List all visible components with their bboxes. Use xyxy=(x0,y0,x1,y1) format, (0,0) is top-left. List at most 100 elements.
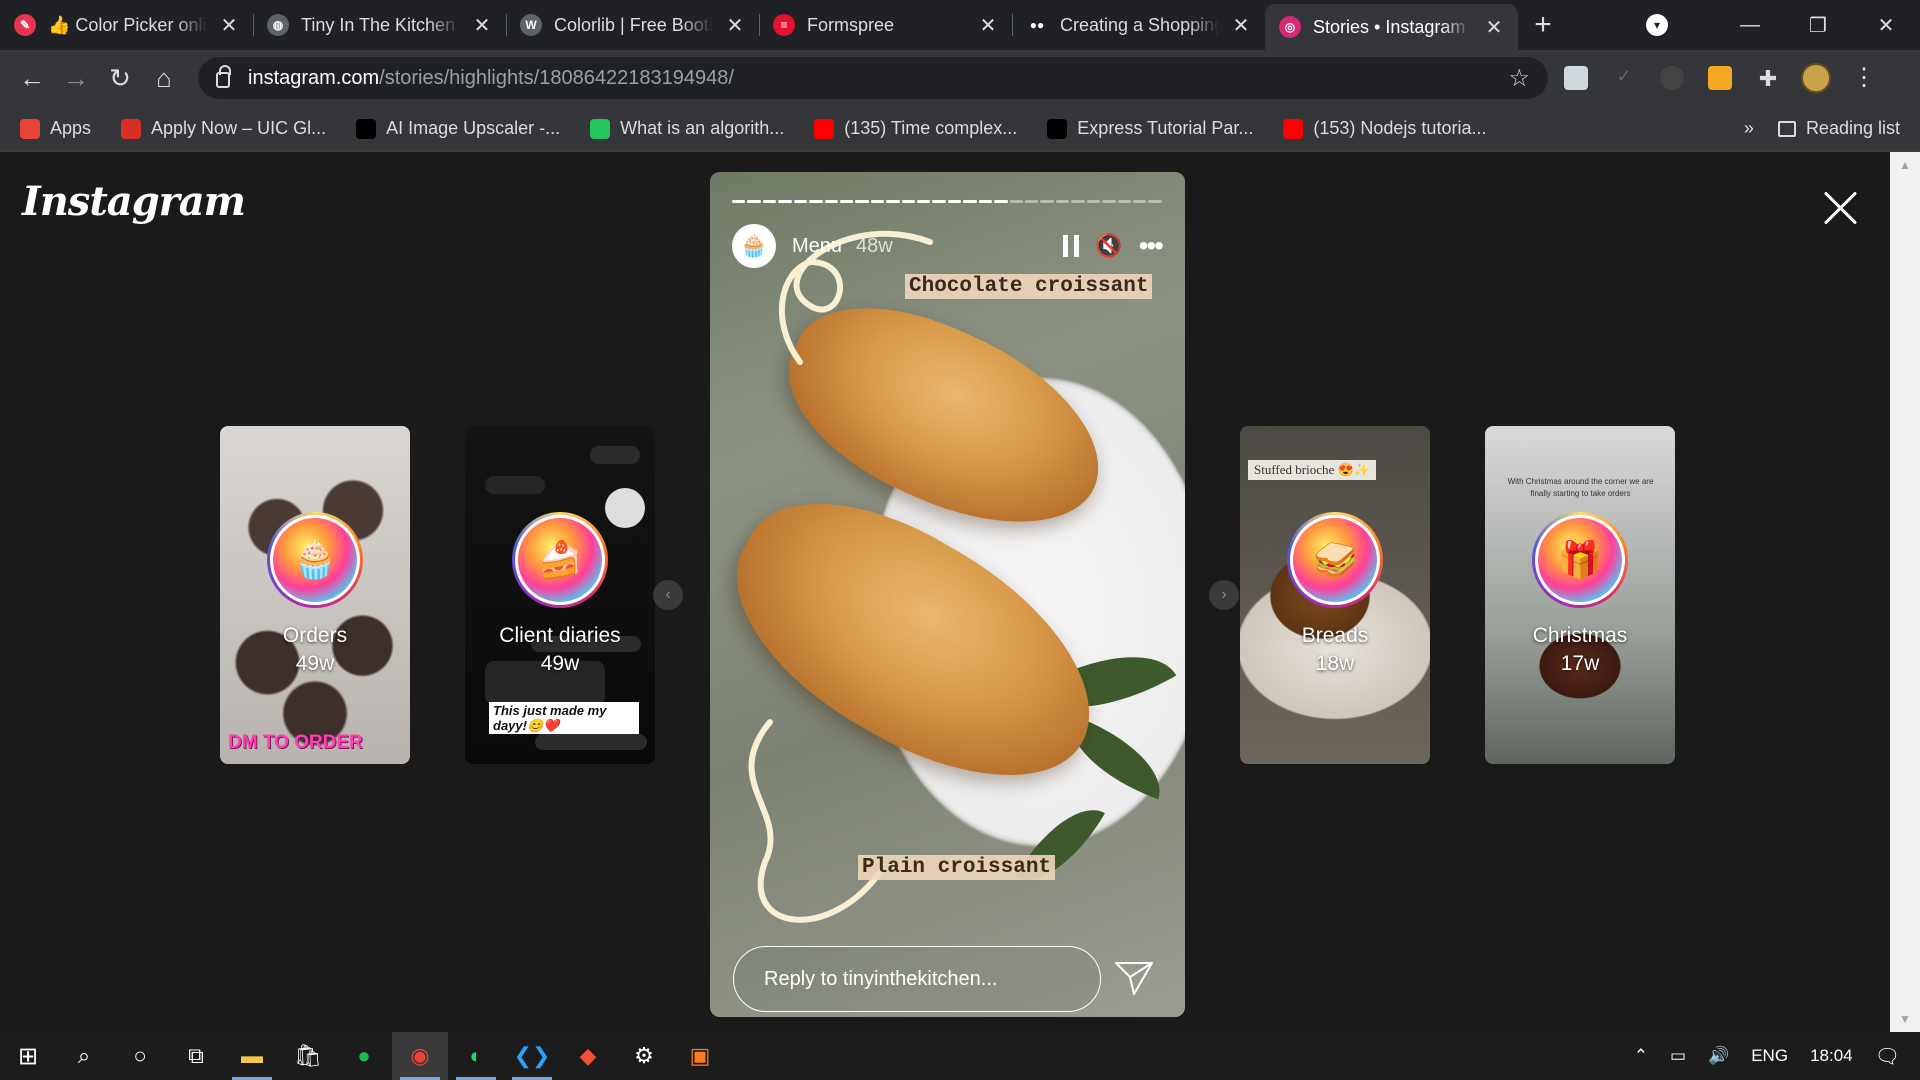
tab-close-icon[interactable]: ✕ xyxy=(725,13,745,38)
profile-avatar[interactable] xyxy=(1796,58,1836,98)
progress-segment xyxy=(1102,200,1116,203)
story-viewer[interactable]: 🧁 Menu 48w 🔇 ••• Chocolate croissant Pla… xyxy=(710,172,1185,1017)
previous-story-button[interactable]: ‹ xyxy=(653,580,683,610)
pause-icon[interactable] xyxy=(1063,235,1080,257)
progress-segment xyxy=(1009,200,1024,203)
home-button[interactable]: ⌂ xyxy=(142,56,186,100)
minimize-button[interactable]: — xyxy=(1716,14,1784,37)
page-scrollbar[interactable]: ▲ ▼ xyxy=(1890,152,1920,1032)
highlight-age: 17w xyxy=(1560,652,1600,675)
file-explorer-icon[interactable]: ▬ xyxy=(224,1032,280,1080)
address-bar[interactable]: instagram.com/stories/highlights/1808642… xyxy=(198,57,1548,99)
story-age: 48w xyxy=(856,234,893,257)
bookmark-item[interactable]: Apps xyxy=(20,118,91,139)
store-icon[interactable]: 🛍 xyxy=(280,1032,336,1080)
story-title[interactable]: Menu xyxy=(792,235,842,258)
cupcake-icon: 🧁 xyxy=(270,515,360,605)
system-tray: ⌃ ▭ 🔊 ENG 18:04 🗨 xyxy=(1634,1044,1920,1069)
bookmark-item[interactable]: Express Tutorial Par... xyxy=(1047,118,1253,139)
bookmarks-overflow-button[interactable]: » xyxy=(1744,118,1754,139)
git-icon[interactable]: ◆ xyxy=(560,1032,616,1080)
progress-segment xyxy=(1055,200,1070,203)
clock[interactable]: 18:04 xyxy=(1810,1046,1853,1066)
instagram-logo[interactable]: Instagram xyxy=(22,178,246,225)
bookmark-item[interactable]: (135) Time complex... xyxy=(814,118,1017,139)
highlight-overlay-text: This just made my dayy!😊❤️ xyxy=(489,702,639,734)
extension-icon-2[interactable]: ✓ xyxy=(1604,58,1644,98)
extensions-puzzle-icon[interactable]: ✚ xyxy=(1748,58,1788,98)
bookmarks-bar: Apps Apply Now – UIC Gl... AI Image Upscal… xyxy=(0,106,1920,152)
bookmark-item[interactable]: What is an algorith... xyxy=(590,118,784,139)
tab-close-icon[interactable]: ✕ xyxy=(219,13,239,38)
vscode-icon[interactable]: ❮❯ xyxy=(504,1032,560,1080)
tab-1[interactable]: ✎ 👍 Color Picker online ✕ xyxy=(0,0,253,50)
bookmark-label: (135) Time complex... xyxy=(844,118,1018,138)
tab-title: Colorlib | Free Bootstrap xyxy=(554,14,713,35)
windows-start-icon[interactable]: ⊞ xyxy=(0,1032,56,1080)
more-options-icon[interactable]: ••• xyxy=(1139,230,1164,262)
notifications-icon[interactable]: 🗨 xyxy=(1875,1044,1900,1069)
mute-icon[interactable]: 🔇 xyxy=(1095,233,1122,259)
chrome-icon[interactable]: ◉ xyxy=(392,1032,448,1080)
highlight-cover-ring: 🎁 xyxy=(1532,512,1628,608)
close-stories-icon[interactable] xyxy=(1822,190,1858,226)
reading-list-button[interactable]: Reading list xyxy=(1777,118,1900,139)
tab-search-icon[interactable]: ▾ xyxy=(1646,14,1668,36)
highlight-age: 49w xyxy=(540,652,580,675)
restore-button[interactable]: ❐ xyxy=(1784,13,1852,38)
extension-icon-1[interactable] xyxy=(1556,58,1596,98)
extension-icon-4[interactable] xyxy=(1700,58,1740,98)
whatsapp-icon[interactable]: ◐ xyxy=(448,1032,504,1080)
search-icon[interactable]: ⌕ xyxy=(56,1032,112,1080)
scroll-up-arrow-icon[interactable]: ▲ xyxy=(1890,158,1920,172)
tab-close-icon[interactable]: ✕ xyxy=(978,13,998,38)
tray-chevron-up-icon[interactable]: ⌃ xyxy=(1634,1046,1648,1066)
bookmark-star-icon[interactable]: ☆ xyxy=(1508,64,1530,93)
next-story-button[interactable]: › xyxy=(1209,580,1239,610)
reply-input[interactable]: Reply to tinyinthekitchen... xyxy=(733,946,1101,1012)
tab-6[interactable]: ◎ Stories • Instagram ✕ xyxy=(1265,4,1518,50)
story-progress-bar xyxy=(732,200,1162,203)
extension-icon-3[interactable] xyxy=(1652,58,1692,98)
progress-segment xyxy=(978,200,993,203)
highlight-card-breads[interactable]: Stuffed brioche 😍✨ 🥪 Breads 18w xyxy=(1240,426,1430,764)
tab-5[interactable]: ●● Creating a Shopping ✕ xyxy=(1012,0,1265,50)
bookmark-item[interactable]: Apply Now – UIC Gl... xyxy=(121,118,326,139)
cake-icon: 🍰 xyxy=(515,515,605,605)
forward-button[interactable]: → xyxy=(54,56,98,100)
language-indicator[interactable]: ENG xyxy=(1751,1046,1788,1066)
volume-icon[interactable]: 🔊 xyxy=(1708,1046,1729,1066)
highlight-card-orders[interactable]: 🧁 Orders 49w DM TO ORDER xyxy=(220,426,410,764)
lock-icon[interactable] xyxy=(216,65,231,88)
tab-title: Tiny In The Kitchen xyxy=(301,14,456,35)
tab-close-icon[interactable]: ✕ xyxy=(1484,15,1504,40)
scroll-down-arrow-icon[interactable]: ▼ xyxy=(1890,1012,1920,1026)
tab-close-icon[interactable]: ✕ xyxy=(472,13,492,38)
new-tab-button[interactable]: + xyxy=(1518,0,1568,50)
spotify-icon[interactable]: ● xyxy=(336,1032,392,1080)
windows-taskbar: ⊞ ⌕ ○ ⧉ ▬ 🛍 ● ◉ ◐ ❮❯ ◆ ⚙ ▣ ⌃ ▭ 🔊 ENG 18:… xyxy=(0,1032,1920,1080)
tab-3[interactable]: W Colorlib | Free Bootstrap ✕ xyxy=(506,0,759,50)
story-avatar[interactable]: 🧁 xyxy=(732,224,776,268)
highlight-card-christmas[interactable]: With Christmas around the corner we are … xyxy=(1485,426,1675,764)
settings-gear-icon[interactable]: ⚙ xyxy=(616,1032,672,1080)
tab-close-icon[interactable]: ✕ xyxy=(1231,13,1251,38)
bookmark-item[interactable]: AI Image Upscaler -... xyxy=(356,118,560,139)
progress-segment xyxy=(1040,200,1054,203)
bookmark-item[interactable]: (153) Nodejs tutoria... xyxy=(1283,118,1486,139)
progress-segment xyxy=(855,200,869,203)
reload-button[interactable]: ↻ xyxy=(98,56,142,100)
cortana-icon[interactable]: ○ xyxy=(112,1032,168,1080)
caption-chocolate-croissant: Chocolate croissant xyxy=(905,274,1153,299)
back-button[interactable]: ← xyxy=(10,56,54,100)
close-window-button[interactable]: ✕ xyxy=(1852,13,1920,38)
xampp-icon[interactable]: ▣ xyxy=(672,1032,728,1080)
battery-icon[interactable]: ▭ xyxy=(1670,1046,1686,1066)
tab-2[interactable]: ◍ Tiny In The Kitchen ✕ xyxy=(253,0,506,50)
send-icon[interactable] xyxy=(1114,960,1154,996)
highlight-name: Breads xyxy=(1301,624,1369,647)
highlight-card-client-diaries[interactable]: 🍰 Client diaries 49w This just made my d… xyxy=(465,426,655,764)
task-view-icon[interactable]: ⧉ xyxy=(168,1032,224,1080)
tab-4[interactable]: ≡ Formspree ✕ xyxy=(759,0,1012,50)
menu-kebab-icon[interactable]: ⋮ xyxy=(1844,58,1884,98)
